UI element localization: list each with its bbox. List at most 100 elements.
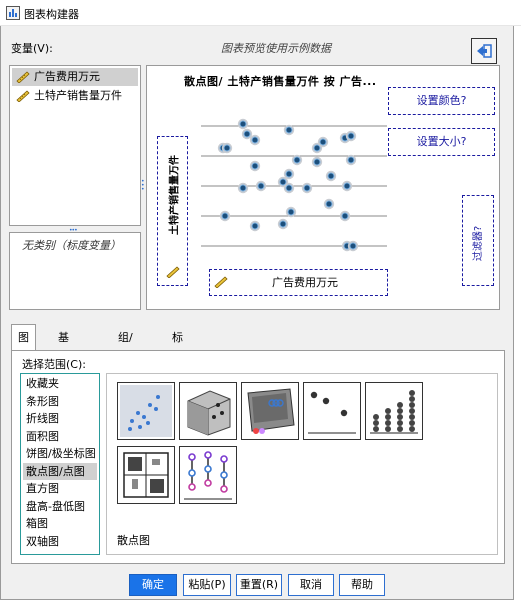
3d-scatter-graphic bbox=[187, 390, 231, 436]
sample-point bbox=[251, 222, 259, 230]
sample-point bbox=[285, 170, 293, 178]
sample-point bbox=[313, 158, 321, 166]
sample-point bbox=[347, 132, 355, 140]
scale-ruler-icon bbox=[16, 90, 30, 102]
variables-label: 变量(V): bbox=[11, 42, 53, 55]
variable-label: 广告费用万元 bbox=[34, 70, 100, 83]
grouped-3d-scatter-graphic bbox=[247, 388, 295, 434]
chart-type-label: 折线图 bbox=[26, 412, 59, 425]
set-size-drop-zone[interactable]: 设置大小? bbox=[388, 128, 495, 156]
scatter-preview-plot bbox=[201, 118, 387, 252]
x-axis-label: 广告费用万元 bbox=[272, 276, 338, 289]
plot-points bbox=[217, 118, 359, 252]
chart-type-item[interactable]: 饼图/极坐标图 bbox=[23, 445, 97, 463]
chart-type-label: 条形图 bbox=[26, 394, 59, 408]
button-label: 粘贴(P) bbox=[188, 578, 226, 591]
y-axis-drop-zone[interactable]: 土特产销售量万件 bbox=[157, 136, 188, 286]
reset-button[interactable]: 重置(R) bbox=[236, 574, 282, 596]
scale-ruler-icon bbox=[214, 276, 228, 288]
scale-ruler-icon bbox=[166, 266, 180, 278]
chart-type-label: 盘高-盘低图 bbox=[26, 499, 85, 513]
sample-point bbox=[243, 130, 251, 138]
set-size-label: 设置大小? bbox=[416, 135, 467, 148]
dialog-buttons: 确定 粘贴(P) 重置(R) 取消 帮助 bbox=[1, 574, 515, 596]
reset-gallery-button[interactable] bbox=[471, 38, 497, 64]
simple-scatter-thumb-icon[interactable] bbox=[117, 382, 175, 440]
filter-label: 过滤器? bbox=[473, 225, 485, 262]
tab-groups-point-id[interactable]: 组/点 ID bbox=[111, 324, 140, 396]
chart-type-label: 散点图/点图 bbox=[26, 464, 85, 478]
set-color-drop-zone[interactable]: 设置颜色? bbox=[388, 87, 495, 115]
chart-type-item-selected[interactable]: 散点图/点图 bbox=[23, 462, 97, 480]
tab-titles-footnotes[interactable]: 标题/脚注 bbox=[165, 324, 194, 422]
button-label: 取消 bbox=[300, 578, 322, 591]
gallery-thumbnails: 散点图 bbox=[106, 373, 498, 555]
tab-gallery[interactable]: 图库 bbox=[11, 324, 36, 370]
set-color-label: 设置颜色? bbox=[416, 94, 467, 107]
simple-dot-graphic bbox=[308, 391, 356, 434]
help-button[interactable]: 帮助 bbox=[339, 574, 385, 596]
variable-list[interactable]: 广告费用万元 土特产销售量万件 bbox=[9, 65, 141, 226]
drop-line-thumb-icon[interactable] bbox=[179, 446, 237, 504]
x-axis-drop-zone[interactable]: 广告费用万元 bbox=[209, 269, 388, 296]
chart-type-label: 直方图 bbox=[26, 482, 59, 495]
sample-point bbox=[257, 182, 265, 190]
chart-type-item[interactable]: 双轴图 bbox=[23, 533, 97, 551]
3d-scatter-thumb-icon[interactable] bbox=[179, 382, 237, 440]
sample-point bbox=[303, 184, 311, 192]
sample-point bbox=[285, 184, 293, 192]
chart-type-label: 饼图/极坐标图 bbox=[26, 447, 96, 460]
chart-type-item[interactable]: 箱图 bbox=[23, 515, 97, 533]
chart-type-label: 面积图 bbox=[26, 429, 59, 443]
sample-point bbox=[279, 178, 287, 186]
button-label: 确定 bbox=[142, 578, 164, 591]
variable-item-sales[interactable]: 土特产销售量万件 bbox=[12, 87, 138, 105]
sample-point bbox=[327, 172, 335, 180]
chart-type-item[interactable]: 折线图 bbox=[23, 410, 97, 428]
button-label: 重置(R) bbox=[239, 578, 279, 591]
cancel-button[interactable]: 取消 bbox=[288, 574, 334, 596]
chart-type-label: 箱图 bbox=[26, 517, 48, 530]
reset-arrow-icon bbox=[477, 44, 492, 58]
category-box: 无类别（标度变量） bbox=[9, 232, 141, 310]
simple-scatter-graphic bbox=[120, 385, 172, 437]
sample-point bbox=[319, 138, 327, 146]
sample-point bbox=[223, 144, 231, 152]
sample-point bbox=[293, 156, 301, 164]
chart-type-list[interactable]: 收藏夹 条形图 折线图 面积图 饼图/极坐标图 散点图/点图 直方图 盘高-盘低… bbox=[20, 373, 100, 555]
gallery-caption: 散点图 bbox=[117, 534, 150, 547]
paste-button[interactable]: 粘贴(P) bbox=[183, 574, 231, 596]
variable-item-ad-cost[interactable]: 广告费用万元 bbox=[12, 68, 138, 86]
scatterplot-matrix-thumb-icon[interactable] bbox=[117, 446, 175, 504]
chart-type-item[interactable]: 盘高-盘低图 bbox=[23, 498, 97, 516]
chart-canvas[interactable]: 散点图/ 土特产销售量万件 按 广告... 设置颜色? 设置大小? 过滤器? 土… bbox=[146, 65, 500, 310]
sample-point bbox=[341, 212, 349, 220]
ok-button[interactable]: 确定 bbox=[129, 574, 177, 596]
sample-point bbox=[239, 184, 247, 192]
window-edge bbox=[514, 26, 521, 600]
sample-point bbox=[313, 144, 321, 152]
sample-point bbox=[221, 212, 229, 220]
sample-point bbox=[325, 200, 333, 208]
dot-column-thumb-icon[interactable] bbox=[365, 382, 423, 440]
categories-note: 无类别（标度变量） bbox=[22, 239, 121, 252]
tab-basic-elements[interactable]: 基本元素 bbox=[51, 324, 76, 422]
chart-type-item[interactable]: 收藏夹 bbox=[23, 375, 97, 393]
chart-type-item[interactable]: 直方图 bbox=[23, 480, 97, 498]
sample-point bbox=[347, 156, 355, 164]
chart-builder-window: 变量(V): 图表预览使用示例数据 广告费用万元 土特产销售量万件 ••• 无类… bbox=[0, 26, 514, 600]
y-axis-label: 土特产销售量万件 bbox=[169, 155, 180, 235]
chart-type-item[interactable]: 条形图 bbox=[23, 393, 97, 411]
simple-dot-thumb-icon[interactable] bbox=[303, 382, 361, 440]
scatterplot-matrix-graphic bbox=[123, 452, 169, 498]
sample-point bbox=[251, 162, 259, 170]
button-label: 帮助 bbox=[351, 578, 373, 591]
scale-ruler-icon bbox=[16, 71, 30, 83]
sample-point bbox=[251, 136, 259, 144]
filter-drop-zone[interactable]: 过滤器? bbox=[462, 195, 494, 286]
grouped-3d-scatter-thumb-icon[interactable] bbox=[241, 382, 299, 440]
sample-point bbox=[287, 208, 295, 216]
sample-point bbox=[285, 126, 293, 134]
chart-type-item[interactable]: 面积图 bbox=[23, 428, 97, 446]
chart-title: 散点图/ 土特产销售量万件 按 广告... bbox=[184, 75, 377, 88]
